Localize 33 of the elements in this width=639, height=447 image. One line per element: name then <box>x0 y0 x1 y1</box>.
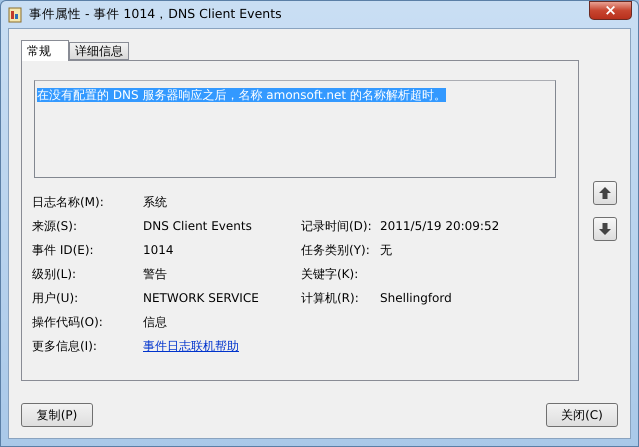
close-button[interactable]: × <box>589 1 632 20</box>
field-value: 1014 <box>143 243 175 257</box>
field-label: 任务类别(Y): <box>301 242 371 258</box>
field-label: 关键字(K): <box>301 266 360 282</box>
field-value: 2011/5/19 20:09:52 <box>380 219 500 233</box>
field-value: NETWORK SERVICE <box>143 291 260 305</box>
up-arrow-icon <box>598 186 612 200</box>
event-viewer-icon <box>7 6 23 22</box>
field-label: 计算机(R): <box>301 290 360 306</box>
field-value: 警告 <box>143 266 168 282</box>
close-dialog-button[interactable]: 关闭(C) <box>546 403 618 427</box>
field-value: Shellingford <box>380 291 453 305</box>
field-label: 日志名称(M): <box>32 194 105 210</box>
field-label: 来源(S): <box>32 218 78 234</box>
help-link[interactable]: 事件日志联机帮助 <box>143 338 301 354</box>
field-value: 系统 <box>143 194 168 210</box>
down-arrow-icon <box>598 222 612 236</box>
field-value: DNS Client Events <box>143 219 253 233</box>
field-label: 用户(U): <box>32 290 80 306</box>
field-label: 记录时间(D): <box>301 218 373 234</box>
tab[interactable]: 详细信息 <box>69 42 129 60</box>
field-label: 事件 ID(E): <box>32 242 95 258</box>
previous-button[interactable] <box>593 181 617 205</box>
window-title: 事件属性 - 事件 1014，DNS Client Events <box>29 6 283 23</box>
field-label: 更多信息(I): <box>32 338 98 354</box>
field-value: 无 <box>380 242 393 258</box>
next-button[interactable] <box>593 217 617 241</box>
message-text: 在没有配置的 DNS 服务器响应之后，名称 amonsoft.net 的名称解析超时。 <box>37 88 446 102</box>
field-label: 操作代码(O): <box>32 314 104 330</box>
field-value: 信息 <box>143 314 168 330</box>
tab[interactable]: 常规 <box>21 40 69 61</box>
copy-button[interactable]: 复制(P) <box>21 403 93 427</box>
field-label: 级别(L): <box>32 266 78 282</box>
